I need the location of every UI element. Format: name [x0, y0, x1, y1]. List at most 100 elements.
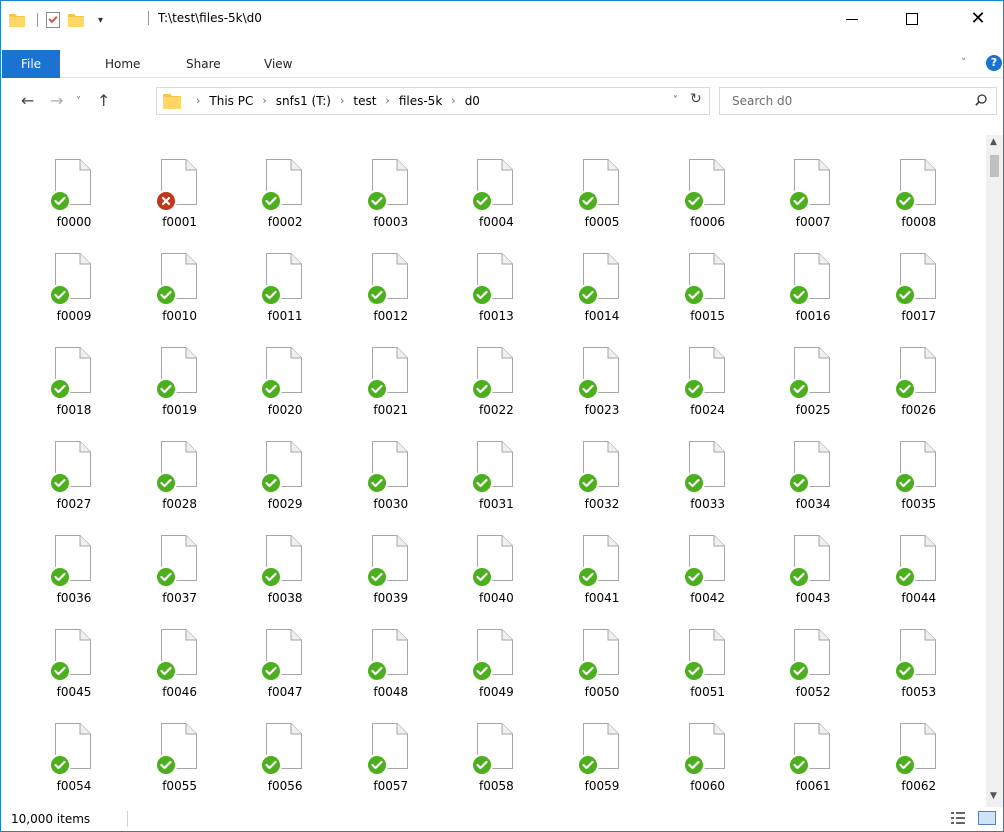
- sync-ok-icon: [49, 566, 71, 588]
- file-item[interactable]: f0035: [893, 429, 986, 523]
- breadcrumb-test[interactable]: test: [353, 88, 376, 114]
- help-icon[interactable]: ?: [986, 55, 1002, 71]
- file-name: f0003: [373, 215, 409, 229]
- tab-share[interactable]: Share: [186, 50, 221, 78]
- sync-ok-icon: [365, 190, 388, 212]
- breadcrumb-this-pc[interactable]: This PC: [209, 88, 253, 114]
- file-name: f0056: [267, 779, 303, 793]
- minimize-button[interactable]: [829, 1, 875, 37]
- sync-ok-icon: [49, 660, 71, 682]
- file-name: f0002: [267, 215, 303, 229]
- file-name: f0030: [373, 497, 409, 511]
- scroll-up-icon[interactable]: ▲: [990, 137, 997, 147]
- refresh-button[interactable]: ↻: [690, 91, 702, 107]
- file-name: f0053: [901, 685, 937, 699]
- file-item[interactable]: f0026: [893, 335, 986, 429]
- close-icon: ✕: [970, 8, 986, 29]
- file-name: f0049: [479, 685, 514, 699]
- recent-locations-button[interactable]: ˅: [76, 96, 81, 107]
- file-name: f0017: [901, 309, 937, 323]
- breadcrumb-files-5k[interactable]: files-5k: [399, 88, 442, 114]
- sync-ok-icon: [577, 566, 599, 588]
- scroll-thumb[interactable]: [990, 155, 999, 177]
- breadcrumb-drive[interactable]: snfs1 (T:): [276, 88, 331, 114]
- sync-ok-icon: [788, 190, 811, 212]
- file-name: f0042: [690, 591, 725, 605]
- search-icon[interactable]: [975, 94, 987, 106]
- chevron-right-icon[interactable]: ›: [451, 88, 455, 114]
- sync-ok-icon: [471, 284, 494, 306]
- ribbon-tabs: File Home Share View ˅ ?: [1, 50, 1003, 78]
- sync-ok-icon: [260, 566, 283, 588]
- file-explorer-window: ▾ T:\test\files-5k\d0 ✕ File Home Share …: [0, 0, 1004, 832]
- item-count: 10,000 items: [11, 812, 91, 826]
- file-list-pane[interactable]: f0000 f0001 f0002 f0003 f0004 f0005 f0006 f0007…: [1, 135, 986, 807]
- folder-icon: [163, 93, 181, 109]
- sync-ok-icon: [365, 378, 388, 400]
- file-name: f0038: [267, 591, 303, 605]
- address-bar[interactable]: › This PC › snfs1 (T:) › test › files-5k…: [156, 87, 710, 115]
- breadcrumb-d0[interactable]: d0: [465, 88, 480, 114]
- sync-ok-icon: [154, 754, 177, 776]
- sync-ok-icon: [893, 190, 916, 212]
- file-name: f0044: [901, 591, 937, 605]
- file-name: f0046: [162, 685, 197, 699]
- file-name: f0039: [373, 591, 409, 605]
- sync-ok-icon: [260, 284, 283, 306]
- file-name: f0051: [690, 685, 725, 699]
- tab-view[interactable]: View: [264, 50, 292, 78]
- large-icons-view-icon[interactable]: [978, 811, 996, 825]
- details-view-icon[interactable]: [951, 812, 965, 824]
- sync-ok-icon: [471, 378, 494, 400]
- file-item[interactable]: f0062: [893, 711, 986, 805]
- file-item[interactable]: f0053: [893, 617, 986, 711]
- file-item[interactable]: f0044: [893, 523, 986, 617]
- close-button[interactable]: ✕: [955, 1, 1001, 37]
- sync-ok-icon: [682, 472, 705, 494]
- chevron-right-icon[interactable]: ›: [385, 88, 389, 114]
- sync-ok-icon: [577, 660, 599, 682]
- file-name: f0060: [690, 779, 725, 793]
- sync-ok-icon: [365, 284, 388, 306]
- tab-file[interactable]: File: [2, 50, 60, 78]
- back-button[interactable]: ←: [21, 91, 34, 110]
- tab-home[interactable]: Home: [105, 50, 140, 78]
- sync-ok-icon: [577, 378, 599, 400]
- maximize-button[interactable]: [889, 1, 935, 37]
- file-name: f0016: [795, 309, 831, 323]
- address-history-dropdown[interactable]: ˅: [673, 95, 678, 106]
- sync-ok-icon: [682, 378, 705, 400]
- sync-ok-icon: [471, 660, 494, 682]
- properties-icon[interactable]: [46, 12, 60, 28]
- sync-ok-icon: [682, 190, 705, 212]
- chevron-right-icon[interactable]: ›: [262, 88, 266, 114]
- file-name: f0029: [267, 497, 303, 511]
- new-folder-icon[interactable]: [68, 13, 84, 27]
- search-input[interactable]: [732, 93, 952, 109]
- vertical-scrollbar[interactable]: ▲ ▼: [986, 135, 1003, 807]
- file-name: f0031: [479, 497, 514, 511]
- file-name: f0011: [267, 309, 303, 323]
- sync-ok-icon: [893, 754, 916, 776]
- file-name: f0021: [373, 403, 409, 417]
- chevron-right-icon[interactable]: ›: [340, 88, 344, 114]
- file-name: f0009: [56, 309, 92, 323]
- expand-ribbon-icon[interactable]: ˅: [961, 56, 967, 69]
- sync-ok-icon: [893, 566, 916, 588]
- file-item[interactable]: f0008: [893, 147, 986, 241]
- sync-ok-icon: [682, 660, 705, 682]
- file-name: f0034: [795, 497, 831, 511]
- file-name: f0010: [162, 309, 197, 323]
- forward-button[interactable]: →: [50, 91, 63, 110]
- file-name: f0007: [795, 215, 831, 229]
- minimize-icon: [846, 18, 858, 20]
- scroll-down-icon[interactable]: ▼: [990, 791, 997, 801]
- file-name: f0015: [690, 309, 725, 323]
- search-box[interactable]: [719, 87, 997, 115]
- sync-ok-icon: [682, 566, 705, 588]
- sync-ok-icon: [788, 566, 811, 588]
- file-name: f0041: [584, 591, 620, 605]
- customize-toolbar-dropdown[interactable]: ▾: [98, 15, 103, 26]
- up-button[interactable]: ↑: [97, 91, 110, 110]
- file-item[interactable]: f0017: [893, 241, 986, 335]
